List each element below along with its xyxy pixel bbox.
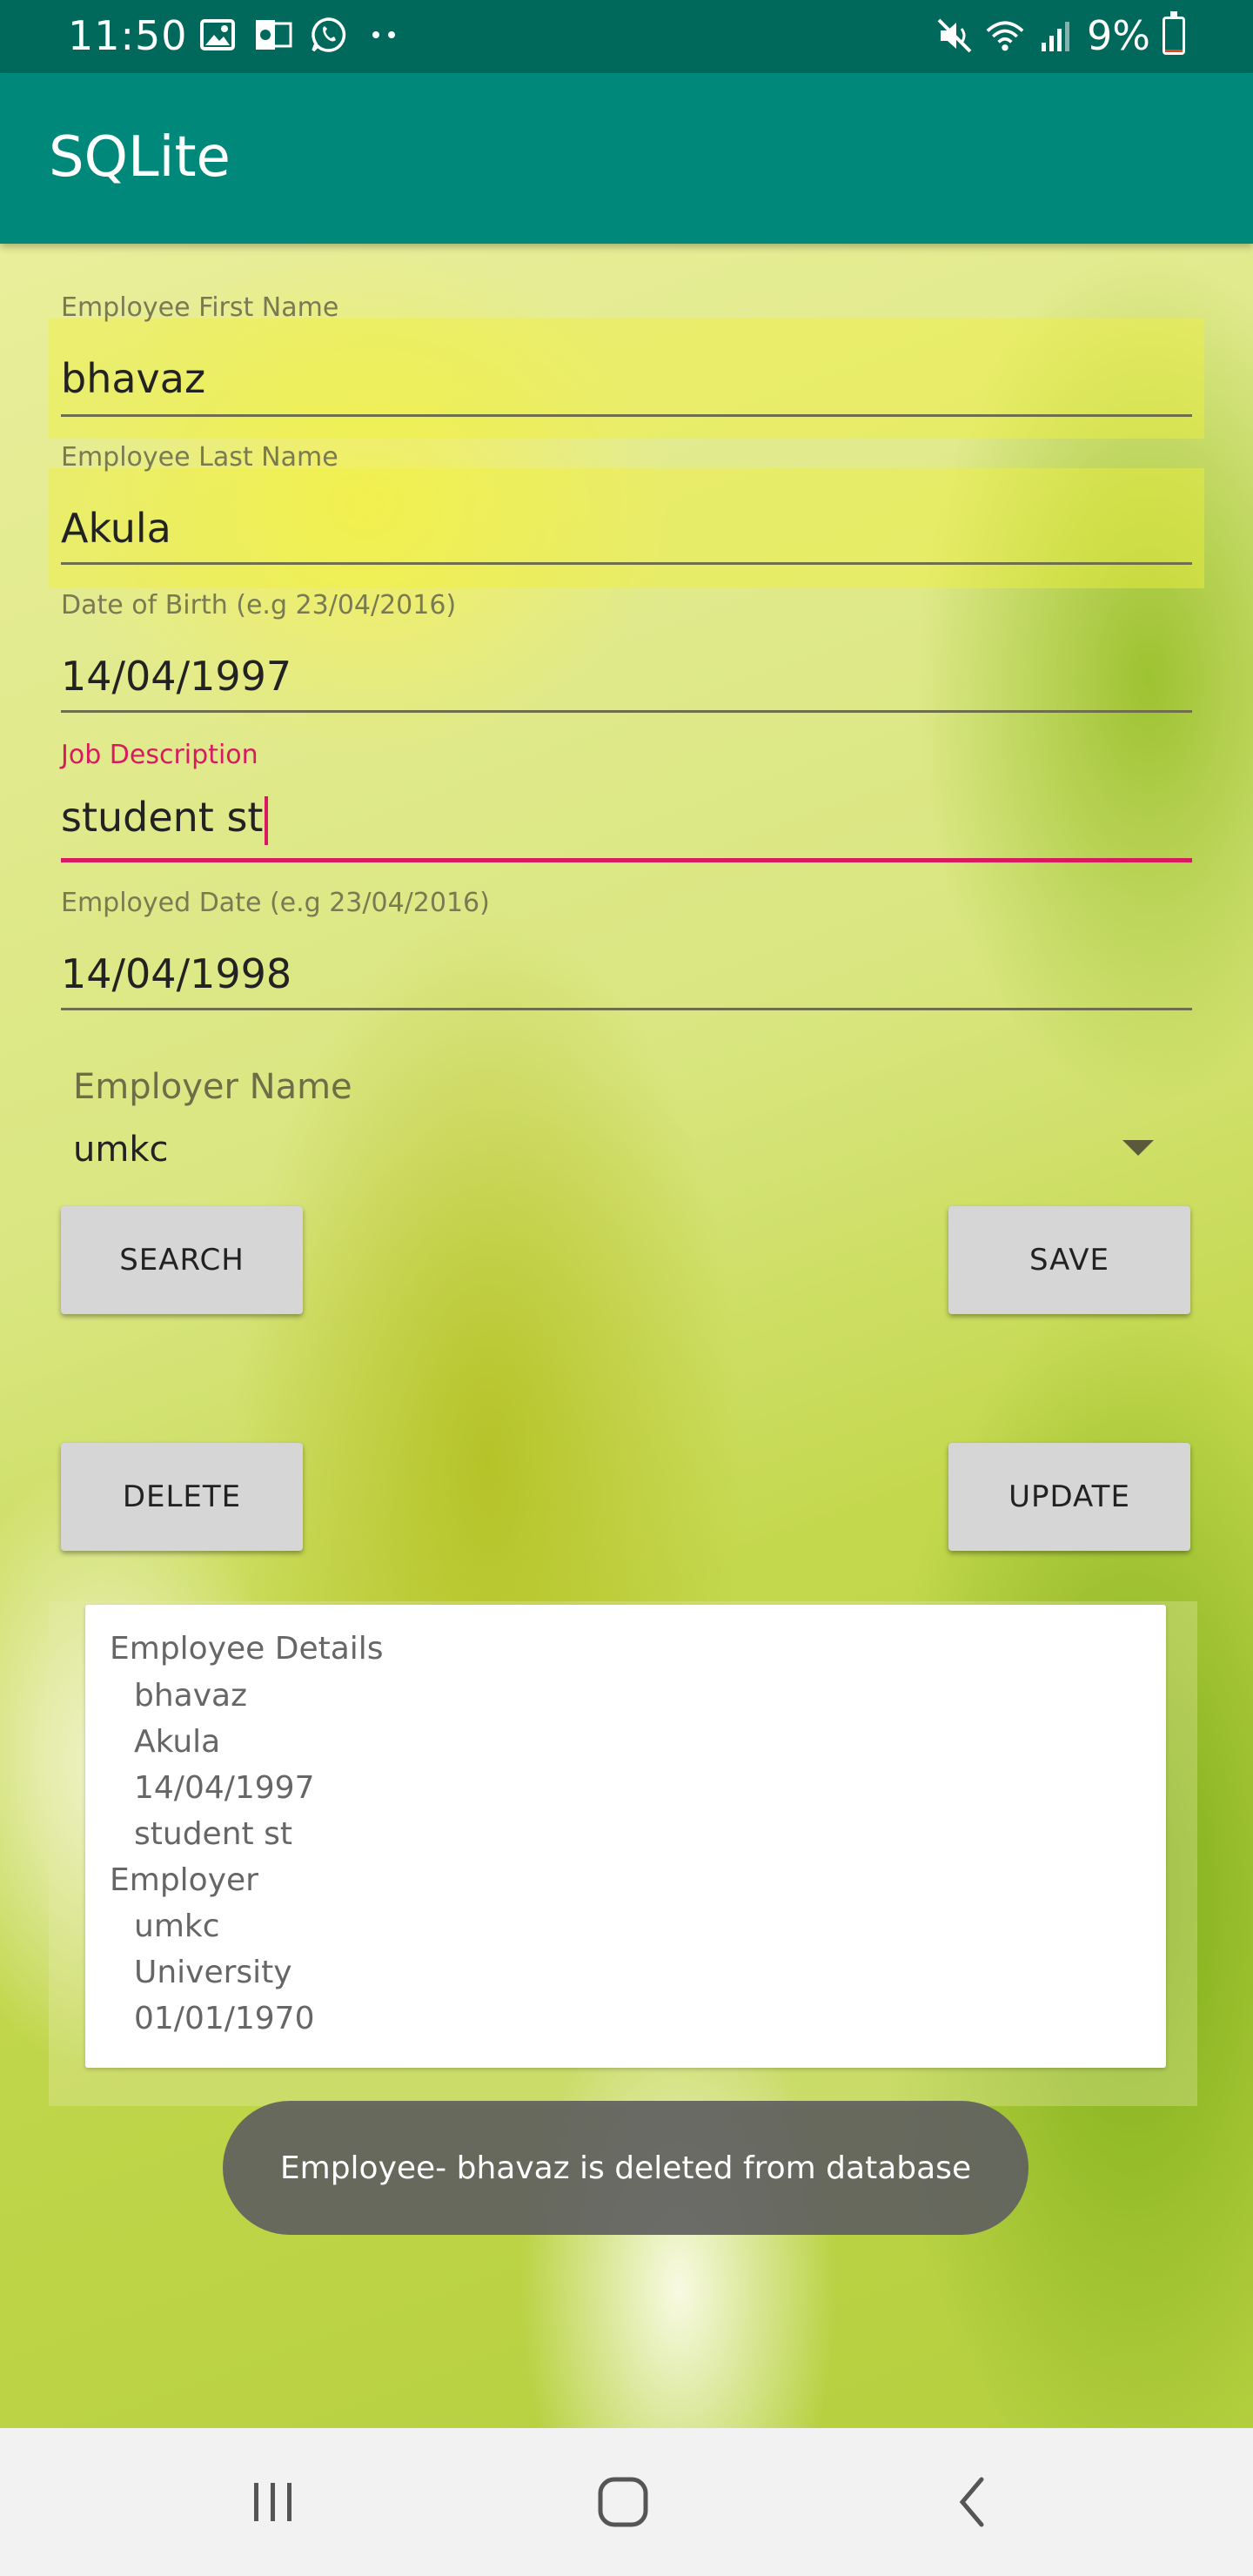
employed-date-label: Employed Date (e.g 23/04/2016)	[61, 888, 490, 918]
employer-header: Employer	[110, 1862, 258, 1898]
first-name-underline	[61, 414, 1192, 417]
notification-icons	[198, 16, 404, 54]
last-name-input[interactable]: Akula	[61, 505, 1192, 552]
last-name-field: Employee Last Name Akula	[61, 442, 1192, 573]
detail-dob: 14/04/1997	[134, 1770, 315, 1806]
dob-input[interactable]: 14/04/1997	[61, 653, 1192, 700]
first-name-label: Employee First Name	[61, 292, 339, 323]
job-value: student st	[61, 794, 264, 841]
dob-underline	[61, 710, 1192, 713]
dob-label: Date of Birth (e.g 23/04/2016)	[61, 590, 457, 621]
status-right: 9%	[935, 11, 1185, 59]
back-button[interactable]	[912, 2454, 1034, 2550]
employer-spinner[interactable]: umkc	[61, 1114, 1192, 1184]
text-cursor	[265, 795, 269, 845]
save-button[interactable]: SAVE	[948, 1206, 1190, 1314]
job-underline	[61, 858, 1192, 862]
last-name-label: Employee Last Name	[61, 442, 338, 473]
battery-level	[1165, 49, 1183, 52]
employed-date-input[interactable]: 14/04/1998	[61, 950, 1192, 997]
job-label: Job Description	[61, 740, 258, 770]
outlook-icon	[254, 16, 292, 54]
first-name-input[interactable]: bhavaz	[61, 355, 1192, 402]
detail-employer-date: 01/01/1970	[134, 2001, 315, 2036]
app-title: SQLite	[49, 125, 231, 190]
job-input[interactable]: student st	[61, 794, 1192, 845]
employer-value: umkc	[73, 1130, 169, 1170]
navigation-bar	[0, 2428, 1253, 2576]
employer-label: Employer Name	[73, 1067, 352, 1107]
dob-field: Date of Birth (e.g 23/04/2016) 14/04/199…	[61, 590, 1192, 721]
dropdown-arrow-icon	[1122, 1140, 1154, 1156]
image-icon	[198, 16, 237, 54]
app-bar: SQLite	[0, 73, 1253, 244]
detail-first-name: bhavaz	[134, 1678, 247, 1714]
back-icon	[959, 2477, 984, 2527]
whatsapp-icon	[310, 16, 348, 54]
more-dots-icon	[365, 16, 404, 54]
employed-date-field: Employed Date (e.g 23/04/2016) 14/04/199…	[61, 888, 1192, 1018]
status-bar: 11:50 9%	[0, 0, 1253, 73]
status-time: 11:50	[68, 12, 188, 59]
home-icon	[598, 2477, 648, 2527]
toast-message: Employee- bhavaz is deleted from databas…	[223, 2101, 1029, 2235]
search-button[interactable]: SEARCH	[61, 1206, 303, 1314]
detail-last-name: Akula	[134, 1724, 221, 1760]
detail-employer-type: University	[134, 1955, 292, 1990]
recent-apps-icon	[254, 2483, 291, 2521]
battery-icon	[1163, 11, 1185, 55]
employee-details-panel: Employee Details bhavaz Akula 14/04/1997…	[85, 1605, 1166, 2068]
signal-icon	[1036, 17, 1075, 55]
job-field: Job Description student st	[61, 740, 1192, 870]
detail-job: student st	[134, 1816, 292, 1852]
employee-details-header: Employee Details	[110, 1631, 384, 1667]
detail-employer-name: umkc	[134, 1909, 220, 1944]
wifi-icon	[986, 17, 1024, 55]
last-name-underline	[61, 562, 1192, 565]
home-button[interactable]	[562, 2454, 684, 2550]
first-name-field: Employee First Name bhavaz	[61, 292, 1192, 423]
employed-date-underline	[61, 1008, 1192, 1010]
battery-percent: 9%	[1087, 12, 1150, 59]
recent-apps-button[interactable]	[212, 2454, 334, 2550]
delete-button[interactable]: DELETE	[61, 1443, 303, 1551]
mute-icon	[935, 17, 974, 55]
update-button[interactable]: UPDATE	[948, 1443, 1190, 1551]
